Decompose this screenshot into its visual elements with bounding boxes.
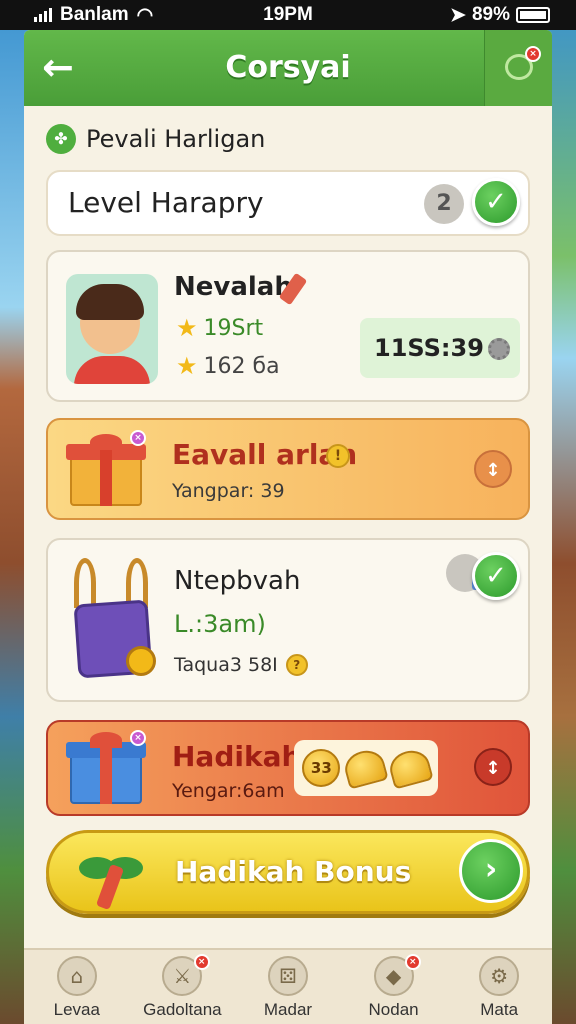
bonus-icon [79, 843, 143, 911]
gift-badge: × [130, 430, 146, 446]
nav-item-gems[interactable]: ◆ × Nodan [341, 950, 447, 1024]
bonus-button[interactable]: Hadikah Bonus › [46, 830, 530, 914]
gift-badge: × [130, 730, 146, 746]
nav-label: Nodan [368, 1000, 419, 1019]
profile-name: Nevalah [174, 272, 293, 302]
clover-icon: ✤ [46, 124, 76, 154]
chevron-right-icon: › [484, 852, 498, 887]
nav-label: Mata [480, 1000, 519, 1019]
reward1-subtitle: Yangpar: 39 [172, 480, 285, 502]
battery-percent: 89% [471, 4, 510, 25]
star-icon: ★ [176, 352, 198, 380]
quest-title: Ntepbvah [174, 566, 301, 596]
profile-stat-stars: ★ 19Srt [176, 314, 263, 342]
score-box: 11SS:39 [360, 318, 520, 378]
profile-card[interactable]: Nevalah ★ 19Srt ★ 162 ба 11SS:39 [46, 250, 530, 402]
quest-subtitle-row: Taqua3 58I ? [174, 654, 308, 676]
level-card[interactable]: Level Harapry 2 ✓ [46, 170, 530, 236]
checkmark-icon: ✓ [485, 561, 507, 591]
level-label: Level Harapry [68, 186, 264, 219]
header-action-button[interactable]: × [484, 30, 552, 106]
header-bar: ← Corsyai × [24, 30, 552, 106]
nav-item-battle[interactable]: ⚔ × Gadoltana [130, 950, 236, 1024]
nav-item-settings[interactable]: ⚙ Mata [446, 950, 552, 1024]
reward-card-secondary[interactable]: × Hadikah Yengar:6am 33 ↕ [46, 720, 530, 816]
status-bar: Banlam ◠ 19PM ➤ 89% [0, 0, 576, 30]
reward2-subtitle: Yengar:6am [172, 780, 285, 802]
reward2-action-button[interactable]: ↕ [474, 748, 512, 786]
small-gear-icon [488, 338, 510, 360]
coin-icon: ? [285, 654, 308, 676]
nav-item-home[interactable]: ⌂ Levaa [24, 950, 130, 1024]
nav-label: Gadoltana [143, 1000, 222, 1019]
avatar [66, 274, 158, 384]
quest-card[interactable]: Ntepbvah L.:3am) Taqua3 58I ? ✓ [46, 538, 530, 702]
quest-progress: L.:3am) [174, 610, 266, 638]
star-icon: ★ [176, 314, 198, 342]
level-check-button[interactable]: ✓ [472, 178, 520, 226]
bell-icon [341, 746, 389, 790]
reward1-action-button[interactable]: ↕ [474, 450, 512, 488]
page-title: Corsyai [225, 50, 351, 85]
section-header: ✤ Pevali Harligan [46, 124, 265, 154]
nav-label: Madar [263, 1000, 313, 1019]
notification-dot: × [193, 954, 210, 970]
house-icon: ⌂ [56, 956, 97, 996]
stat2-value: 162 ба [203, 353, 280, 379]
reward-card-primary[interactable]: × Eavall arlan ! Yangpar: 39 ↕ [46, 418, 530, 520]
battery-icon [516, 7, 550, 23]
score-value: 11SS:39 [374, 334, 484, 362]
nav-label: Levaa [53, 1000, 100, 1019]
location-icon: ➤ [450, 4, 466, 26]
info-icon[interactable]: ! [326, 444, 350, 468]
coin-icon: 33 [302, 749, 341, 787]
quest-check-button[interactable]: ✓ [472, 552, 520, 600]
bell-icon [385, 746, 434, 790]
quest-subtitle: Taqua3 58I [174, 654, 278, 676]
reward2-title: Hadikah [172, 740, 302, 773]
status-right: ➤ 89% [450, 4, 550, 27]
gear-icon: ⚙ [479, 956, 520, 996]
treasure-bag-icon [70, 558, 162, 684]
reward-coins-box: 33 [294, 740, 438, 796]
main-panel: ← Corsyai × ✤ Pevali Harligan Level Hara… [24, 30, 552, 1024]
notification-dot: × [404, 954, 421, 970]
notification-dot: × [525, 46, 541, 62]
dice-icon: ⚄ [267, 956, 308, 996]
bonus-label: Hadikah Bonus [175, 855, 412, 888]
level-badge: 2 [424, 184, 464, 224]
profile-stat-secondary: ★ 162 ба [176, 352, 280, 380]
bottom-nav: ⌂ Levaa ⚔ × Gadoltana ⚄ Madar ◆ × Nodan … [24, 948, 552, 1024]
nav-item-games[interactable]: ⚄ Madar [235, 950, 341, 1024]
checkmark-icon: ✓ [485, 187, 507, 217]
bonus-arrow-button[interactable]: › [459, 839, 523, 903]
stat1-value: 19Srt [203, 315, 264, 341]
section-title: Pevali Harligan [86, 125, 266, 153]
